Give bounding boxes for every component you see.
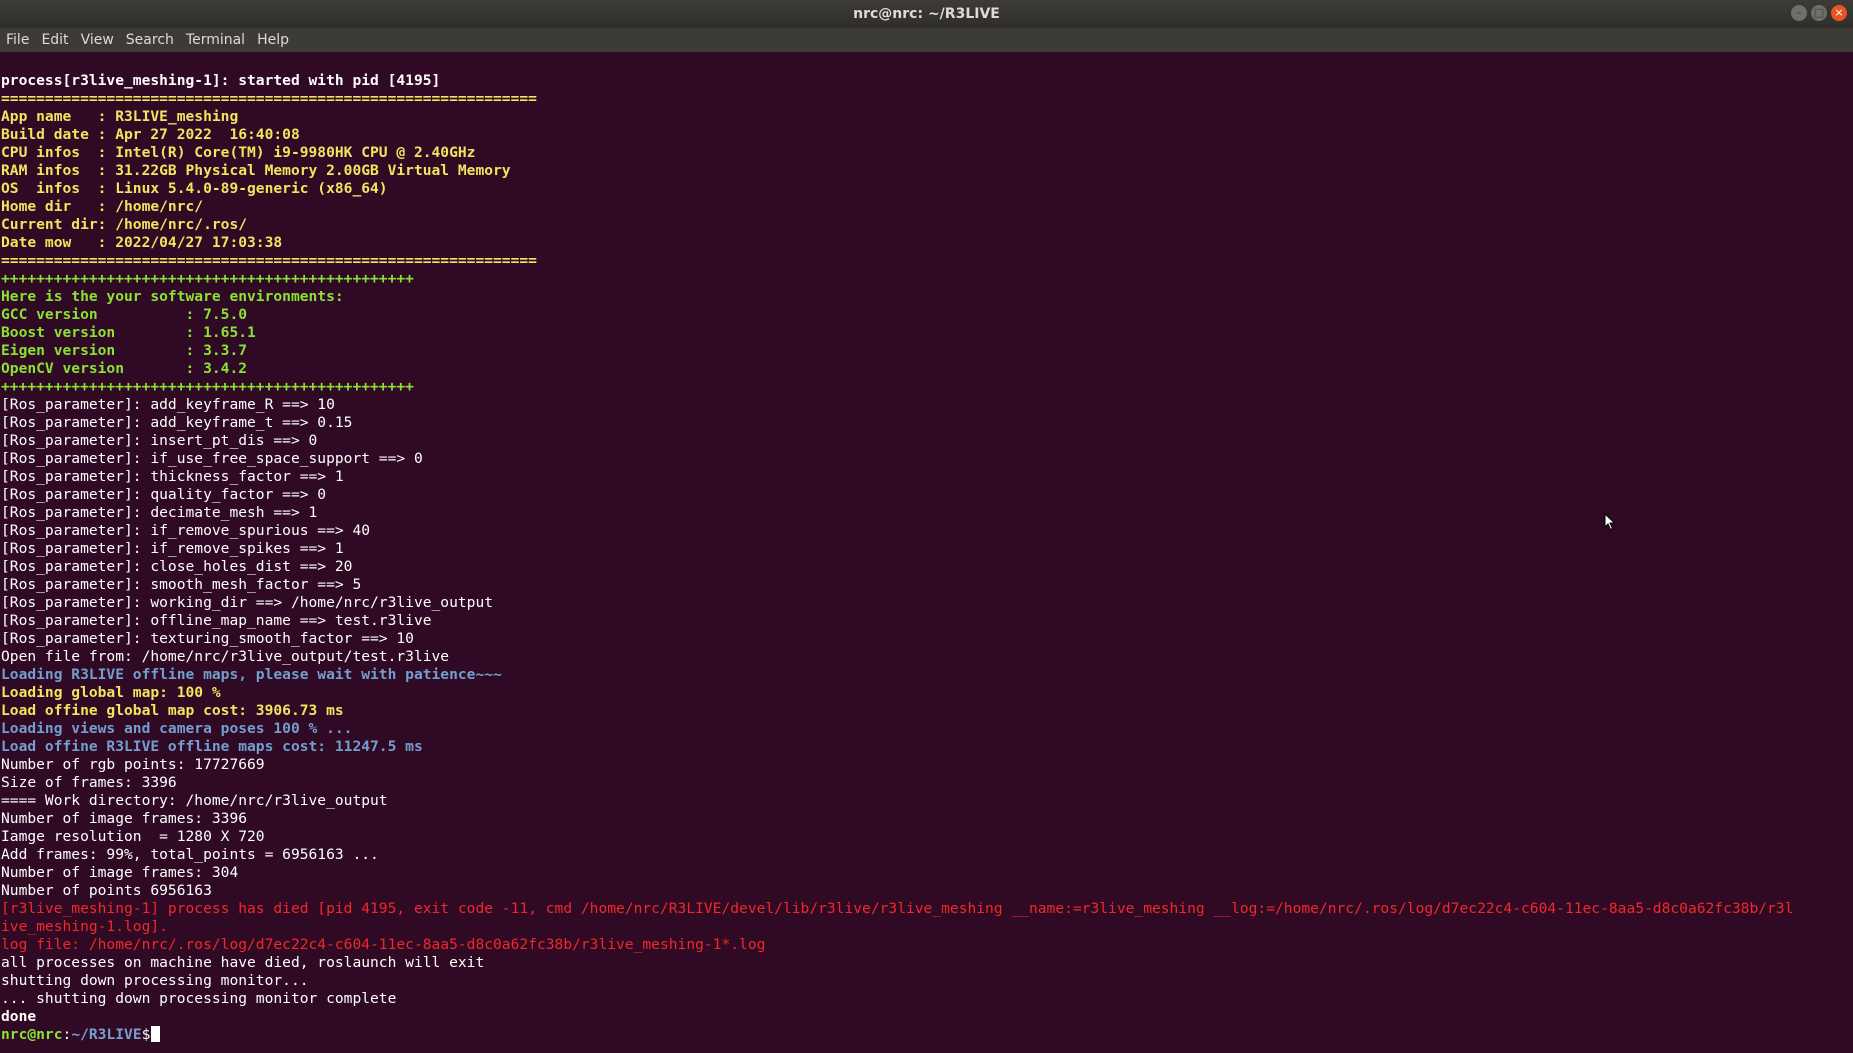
shell-prompt[interactable]: nrc@nrc:~/R3LIVE$ xyxy=(1,1026,1841,1044)
terminal-line: [r3live_meshing-1] process has died [pid… xyxy=(1,900,1794,917)
terminal-line: ... shutting down processing monitor com… xyxy=(1,990,397,1007)
terminal-line: Loading R3LIVE offline maps, please wait… xyxy=(1,666,502,683)
terminal-line: ++++++++++++++++++++++++++++++++++++++++… xyxy=(1,270,414,287)
terminal-line: log file: /home/nrc/.ros/log/d7ec22c4-c6… xyxy=(1,936,766,953)
terminal-line: [Ros_parameter]: offline_map_name ==> te… xyxy=(1,612,432,629)
terminal-line: shutting down processing monitor... xyxy=(1,972,309,989)
menu-file[interactable]: File xyxy=(0,28,35,48)
terminal-line: RAM infos : 31.22GB Physical Memory 2.00… xyxy=(1,162,511,179)
prompt-user: nrc@nrc xyxy=(1,1026,63,1043)
terminal-line: Build date : Apr 27 2022 16:40:08 xyxy=(1,126,300,143)
terminal-line: Loading views and camera poses 100 % ... xyxy=(1,720,353,737)
terminal-line: Loading global map: 100 % xyxy=(1,684,221,701)
menu-bar: File Edit View Search Terminal Help xyxy=(0,28,1853,52)
minimize-button[interactable]: – xyxy=(1791,5,1807,21)
maximize-button[interactable]: □ xyxy=(1811,5,1827,21)
terminal-line: ========================================… xyxy=(1,252,537,269)
terminal-line: [Ros_parameter]: working_dir ==> /home/n… xyxy=(1,594,494,611)
terminal-area[interactable]: process[r3live_meshing-1]: started with … xyxy=(0,52,1853,1053)
terminal-line: ========================================… xyxy=(1,90,537,107)
window-controls: – □ × xyxy=(1791,5,1847,21)
terminal-line: all processes on machine have died, rosl… xyxy=(1,954,485,971)
terminal-output: process[r3live_meshing-1]: started with … xyxy=(1,72,1841,1044)
prompt-separator: : xyxy=(62,1026,72,1043)
terminal-line: OpenCV version : 3.4.2 xyxy=(1,360,248,377)
terminal-line: [Ros_parameter]: smooth_mesh_factor ==> … xyxy=(1,576,362,593)
prompt-path: ~/R3LIVE xyxy=(71,1026,142,1043)
terminal-line: [Ros_parameter]: if_remove_spikes ==> 1 xyxy=(1,540,344,557)
text-cursor xyxy=(151,1026,161,1042)
terminal-line: Boost version : 1.65.1 xyxy=(1,324,256,341)
terminal-line: App name : R3LIVE_meshing xyxy=(1,108,239,125)
terminal-line: [Ros_parameter]: if_use_free_space_suppo… xyxy=(1,450,423,467)
menu-terminal[interactable]: Terminal xyxy=(180,28,251,48)
terminal-line: Load offine global map cost: 3906.73 ms xyxy=(1,702,344,719)
terminal-line: Home dir : /home/nrc/ xyxy=(1,198,204,215)
menu-search[interactable]: Search xyxy=(120,28,180,48)
close-button[interactable]: × xyxy=(1831,5,1847,21)
terminal-line: Number of points 6956163 xyxy=(1,882,212,899)
terminal-line: [Ros_parameter]: thickness_factor ==> 1 xyxy=(1,468,344,485)
terminal-line: Number of rgb points: 17727669 xyxy=(1,756,265,773)
terminal-line: process[r3live_meshing-1]: started with … xyxy=(1,72,441,89)
terminal-line: Current dir: /home/nrc/.ros/ xyxy=(1,216,248,233)
terminal-line: [Ros_parameter]: add_keyframe_R ==> 10 xyxy=(1,396,335,413)
mouse-pointer-icon xyxy=(1604,513,1616,531)
terminal-line: ==== Work directory: /home/nrc/r3live_ou… xyxy=(1,792,388,809)
menu-help[interactable]: Help xyxy=(251,28,295,48)
terminal-line: done xyxy=(1,1008,37,1025)
terminal-line: Size of frames: 3396 xyxy=(1,774,177,791)
terminal-line: Eigen version : 3.3.7 xyxy=(1,342,248,359)
menu-edit[interactable]: Edit xyxy=(35,28,74,48)
close-icon: × xyxy=(1834,6,1844,19)
terminal-line: ++++++++++++++++++++++++++++++++++++++++… xyxy=(1,378,414,395)
terminal-line: Load offine R3LIVE offline maps cost: 11… xyxy=(1,738,423,755)
terminal-line: Iamge resolution = 1280 X 720 xyxy=(1,828,265,845)
maximize-icon: □ xyxy=(1813,6,1825,19)
terminal-line: Here is the your software environments: xyxy=(1,288,344,305)
terminal-line: Open file from: /home/nrc/r3live_output/… xyxy=(1,648,450,665)
menu-view[interactable]: View xyxy=(75,28,120,48)
terminal-line: [Ros_parameter]: add_keyframe_t ==> 0.15 xyxy=(1,414,353,431)
terminal-line: Number of image frames: 304 xyxy=(1,864,239,881)
terminal-line: Date mow : 2022/04/27 17:03:38 xyxy=(1,234,283,251)
prompt-symbol: $ xyxy=(141,1026,151,1043)
terminal-line: [Ros_parameter]: insert_pt_dis ==> 0 xyxy=(1,432,318,449)
terminal-line: [Ros_parameter]: texturing_smooth_factor… xyxy=(1,630,414,647)
terminal-line: GCC version : 7.5.0 xyxy=(1,306,248,323)
terminal-line: [Ros_parameter]: close_holes_dist ==> 20 xyxy=(1,558,353,575)
terminal-line: Number of image frames: 3396 xyxy=(1,810,248,827)
terminal-line: CPU infos : Intel(R) Core(TM) i9-9980HK … xyxy=(1,144,476,161)
terminal-line: ive_meshing-1.log]. xyxy=(1,918,168,935)
minimize-icon: – xyxy=(1796,6,1802,19)
terminal-line: [Ros_parameter]: if_remove_spurious ==> … xyxy=(1,522,371,539)
title-bar: nrc@nrc: ~/R3LIVE – □ × xyxy=(0,0,1853,28)
window-title: nrc@nrc: ~/R3LIVE xyxy=(853,6,1000,22)
terminal-line: [Ros_parameter]: decimate_mesh ==> 1 xyxy=(1,504,318,521)
terminal-line: OS infos : Linux 5.4.0-89-generic (x86_6… xyxy=(1,180,388,197)
terminal-line: [Ros_parameter]: quality_factor ==> 0 xyxy=(1,486,327,503)
terminal-line: Add frames: 99%, total_points = 6956163 … xyxy=(1,846,379,863)
